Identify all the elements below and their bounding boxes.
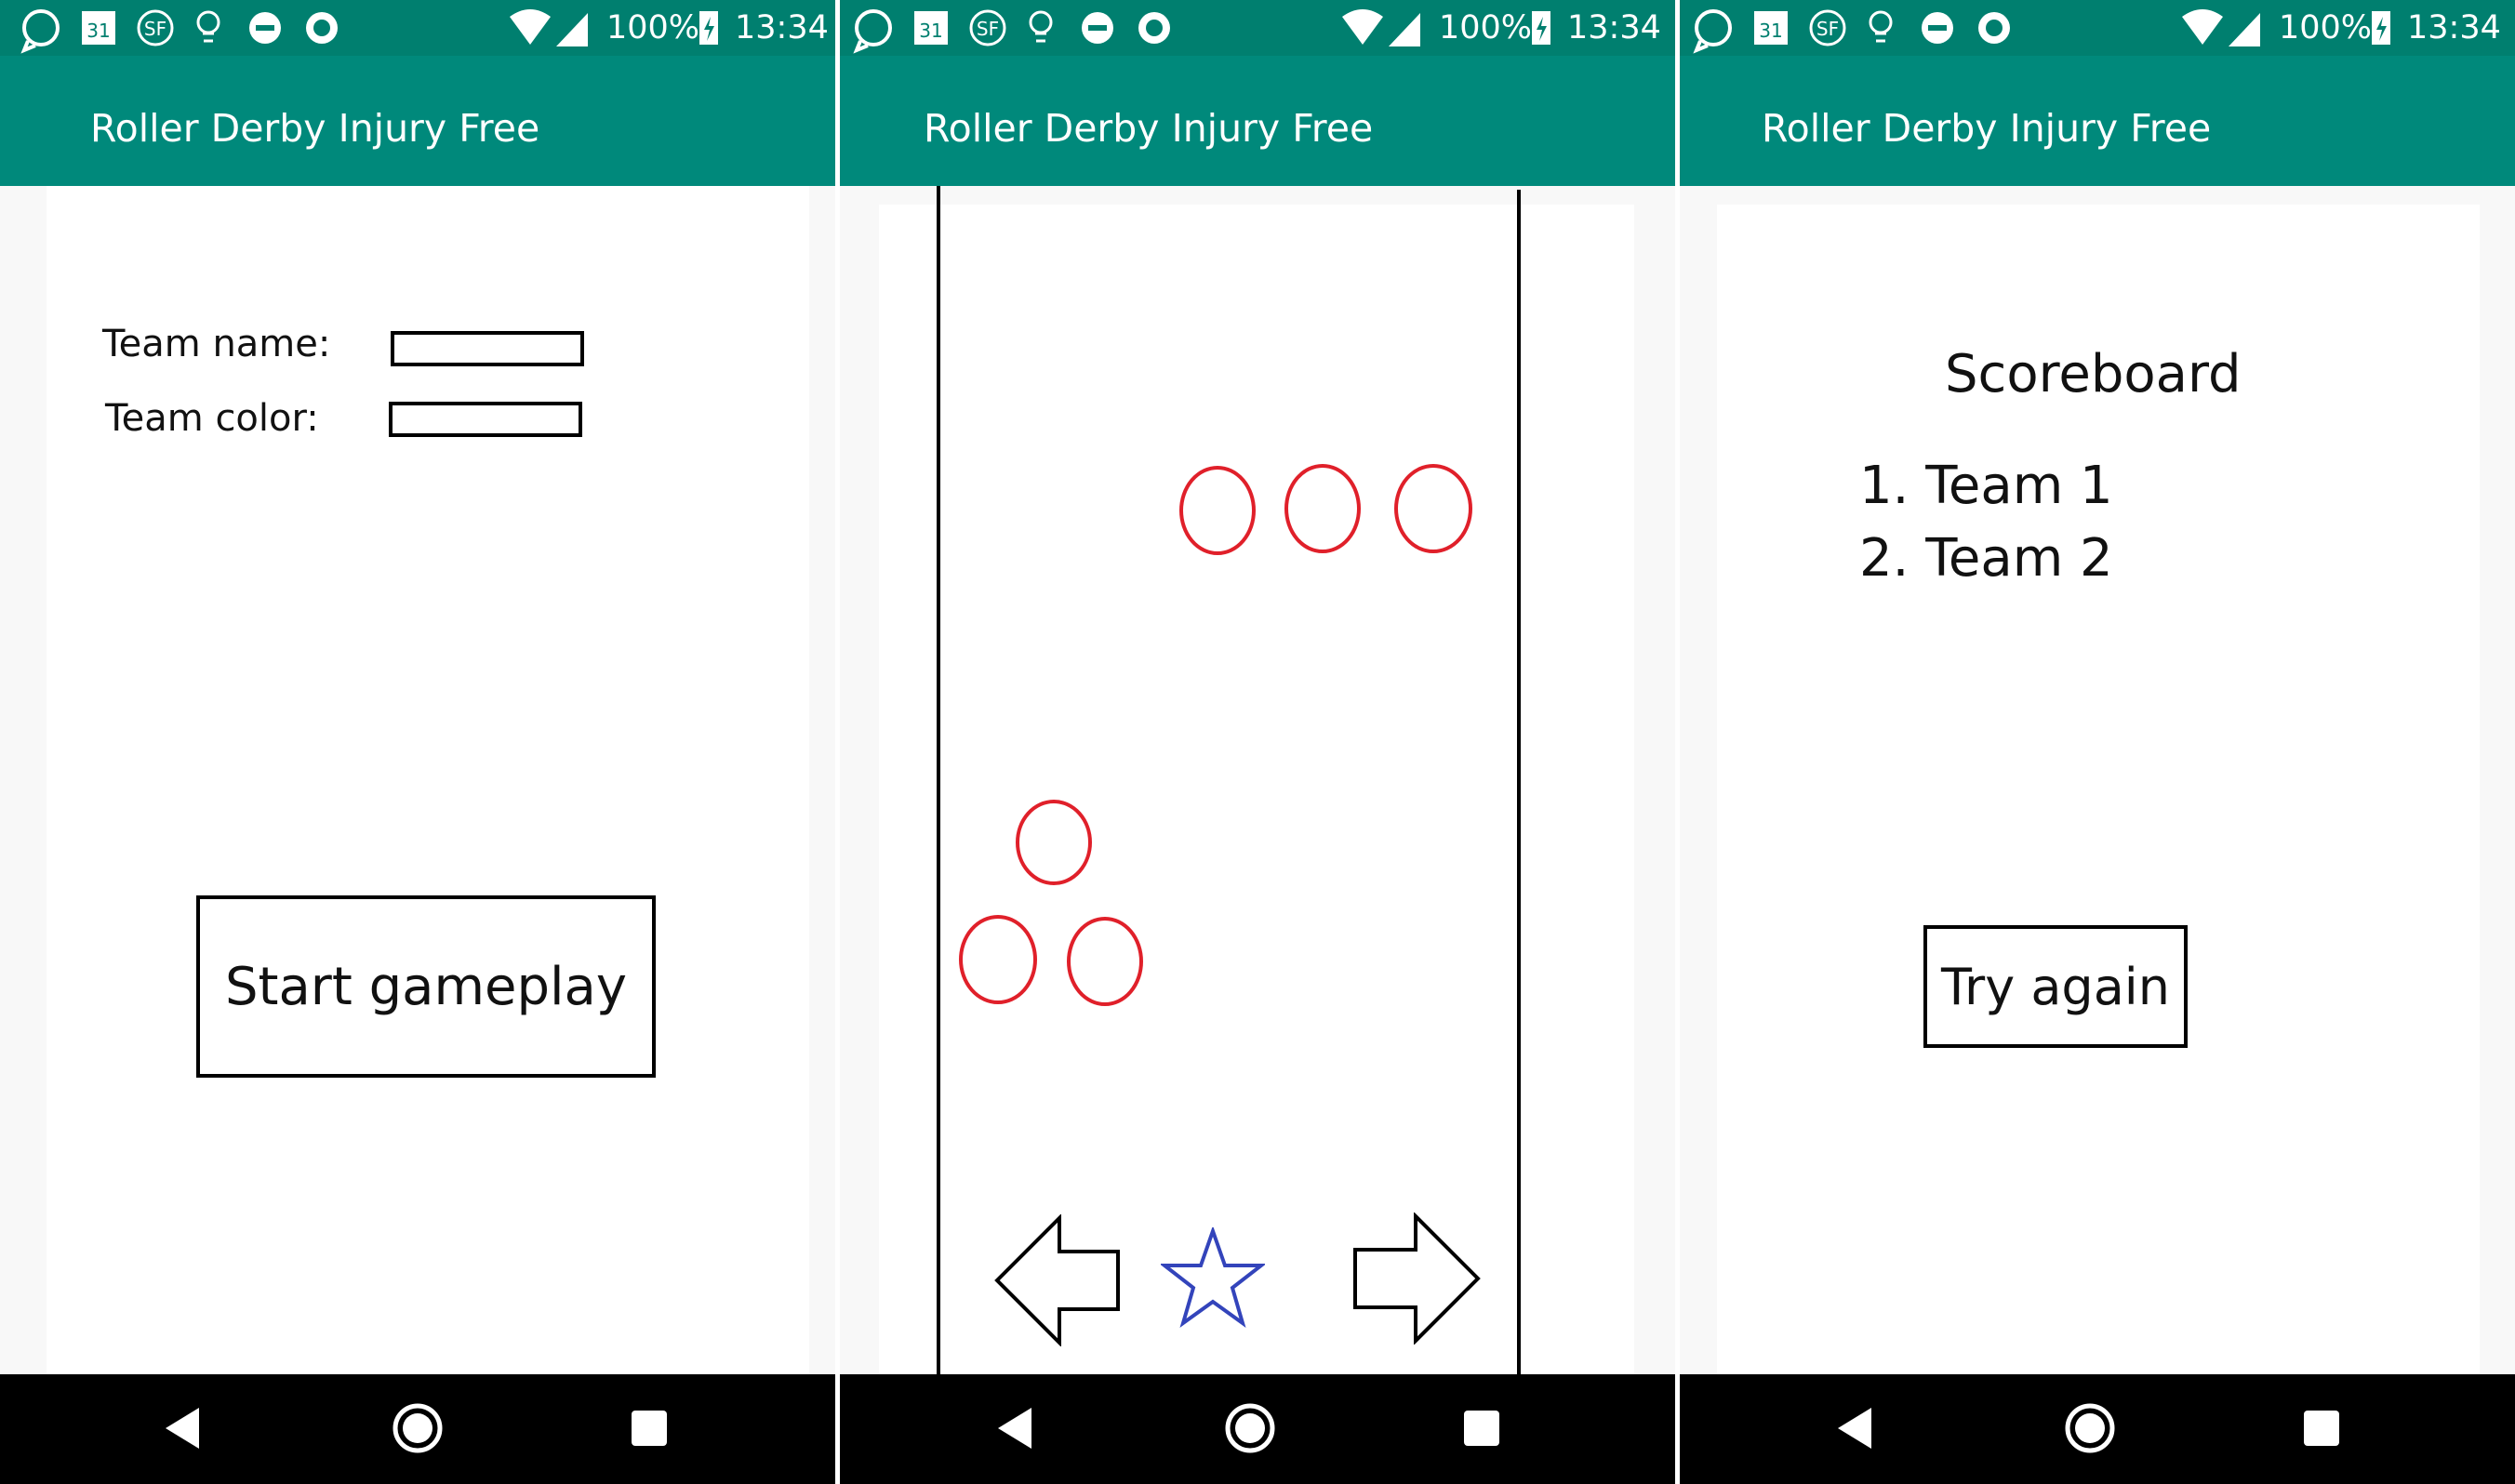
whatsapp-icon [1693,9,1732,54]
team-circle [1016,800,1092,885]
svg-text:SF: SF [144,18,166,40]
calendar-icon: 31 [1754,11,1788,45]
sf-icon: SF [1809,9,1846,46]
status-bar: 31 SF 100% 13:34 [1680,0,2515,56]
nav-bar [1680,1374,2515,1484]
whatsapp-icon [20,9,60,54]
back-icon[interactable] [158,1400,214,1456]
nav-bar [840,1374,1675,1484]
team-circle [959,915,1037,1004]
dnd-icon [1082,12,1113,44]
back-icon[interactable] [991,1400,1046,1456]
recents-icon[interactable] [1454,1400,1510,1456]
battery-icon [1532,11,1550,45]
battery-percent: 100% [606,9,700,46]
opponent-circle [1179,466,1256,555]
team-circle [1067,917,1143,1006]
status-bar: 31 SF 100% 13:34 [840,0,1675,56]
clock: 13:34 [2407,9,2501,46]
game-field [937,186,1521,1374]
scoreboard-entry-2: 2. Team 2 [1859,528,2113,589]
bulb-icon [196,10,220,43]
clock: 13:34 [1567,9,1661,46]
content-area: Team name: Team color: Start gameplay [0,186,835,1374]
svg-text:SF: SF [977,18,999,40]
team-name-label: Team name: [102,323,331,365]
team-name-field[interactable] [391,331,584,366]
sf-icon: SF [137,9,174,46]
record-icon [1978,12,2010,44]
calendar-icon: 31 [914,11,948,45]
home-icon[interactable] [390,1400,446,1456]
app-title: Roller Derby Injury Free [1762,106,2212,151]
home-icon[interactable] [2062,1400,2118,1456]
svg-text:SF: SF [1816,18,1839,40]
bulb-icon [1869,10,1893,43]
try-again-button[interactable]: Try again [1923,925,2188,1048]
home-icon[interactable] [1222,1400,1278,1456]
app-title: Roller Derby Injury Free [90,106,540,151]
scoreboard-entry-1: 1. Team 1 [1859,456,2113,516]
recents-icon[interactable] [621,1400,677,1456]
team-color-label: Team color: [105,397,319,440]
gameplay-screen: 31 SF 100% 13:34 Roller Derby Injury Fre… [840,0,1675,1484]
status-icons: 31 SF [853,9,1550,54]
recents-icon[interactable] [2294,1400,2349,1456]
battery-icon [699,11,718,45]
star-icon[interactable] [1161,1227,1265,1328]
content-area: Scoreboard 1. Team 1 2. Team 2 Try again [1680,186,2515,1374]
status-icons: 31 SF [20,9,718,54]
battery-percent: 100% [1439,9,1533,46]
calendar-icon: 31 [82,11,115,45]
scoreboard-title: Scoreboard [1945,344,2242,404]
scoreboard-screen: 31 SF 100% 13:34 Roller Derby Injury Fre… [1680,0,2515,1484]
svg-text:31: 31 [919,20,942,42]
opponent-circle [1394,464,1472,553]
team-color-field[interactable] [389,402,582,437]
svg-text:31: 31 [86,20,110,42]
arrow-right-icon[interactable] [1351,1212,1482,1345]
try-again-label: Try again [1940,957,2171,1016]
svg-text:31: 31 [1759,20,1782,42]
nav-bar [0,1374,835,1484]
wifi-icon [2182,9,2223,45]
sf-icon: SF [969,9,1006,46]
setup-screen: 31 SF 100% 13:34 Roller Derby Injury Fre… [0,0,835,1484]
content-area [840,186,1675,1374]
wifi-icon [510,9,551,45]
arrow-left-icon[interactable] [993,1214,1124,1346]
wifi-icon [1342,9,1383,45]
bulb-icon [1029,10,1053,43]
record-icon [306,12,338,44]
battery-percent: 100% [2279,9,2373,46]
dnd-icon [1922,12,1953,44]
status-icons: 31 SF [1693,9,2390,54]
signal-icon [556,13,588,46]
start-gameplay-button[interactable]: Start gameplay [196,895,656,1078]
signal-icon [2229,13,2260,46]
dnd-icon [249,12,281,44]
signal-icon [1389,13,1420,46]
record-icon [1138,12,1170,44]
whatsapp-icon [853,9,892,54]
clock: 13:34 [735,9,829,46]
opponent-circle [1284,464,1361,553]
back-icon[interactable] [1830,1400,1886,1456]
battery-icon [2372,11,2390,45]
start-gameplay-label: Start gameplay [224,956,628,1017]
app-title: Roller Derby Injury Free [924,106,1374,151]
status-bar: 31 SF 100% 13:34 [0,0,835,56]
